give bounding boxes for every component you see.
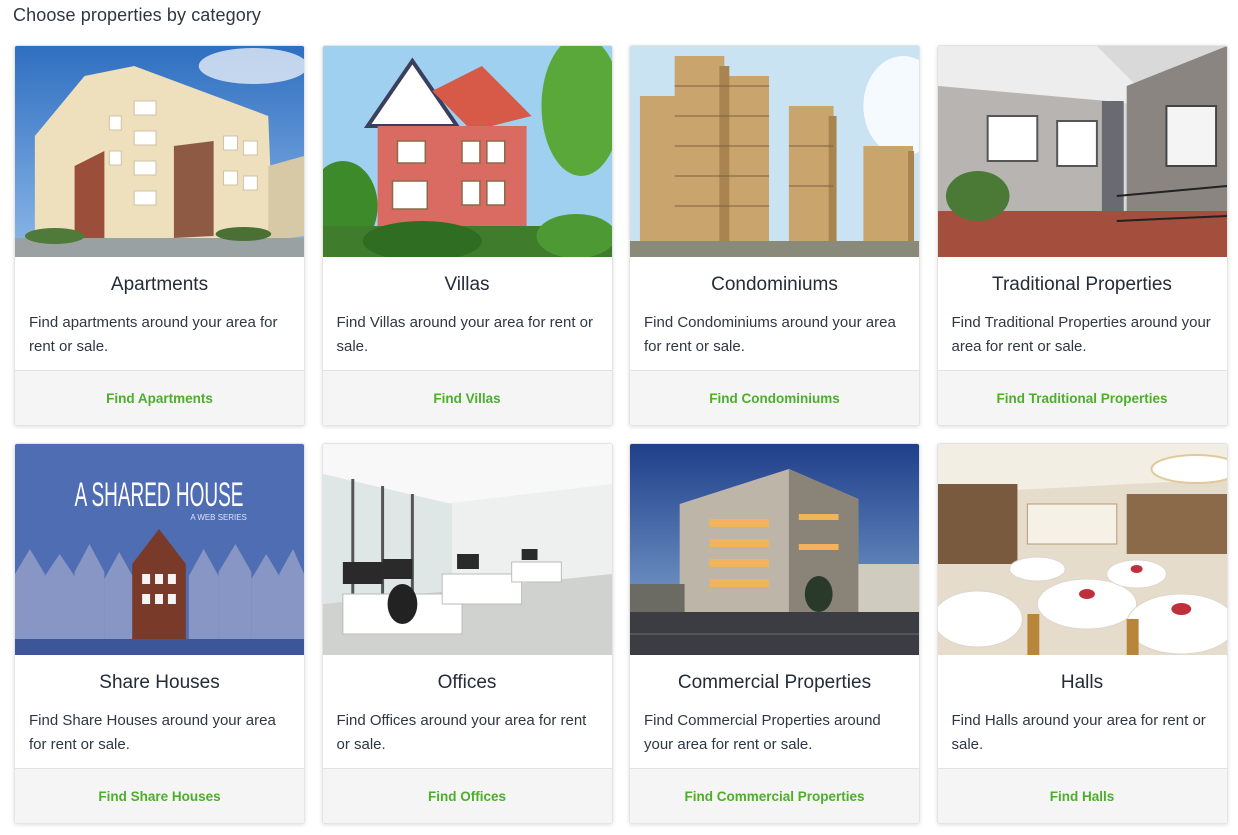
card-footer: Find Halls	[937, 768, 1227, 823]
card-title: Halls	[1060, 672, 1104, 693]
find-condominiums-link[interactable]: Find Condominiums	[709, 391, 840, 406]
card-footer: Find Villas	[322, 370, 612, 425]
card-footer: Find Share Houses	[15, 768, 304, 823]
card-title: Commercial Properties	[677, 672, 872, 693]
apartment-building-image[interactable]	[15, 46, 304, 257]
card-footer: Find Condominiums	[630, 370, 919, 425]
find-share-houses-link[interactable]: Find Share Houses	[98, 789, 220, 804]
condominium-towers-image[interactable]	[630, 46, 919, 257]
card-description: Find Commercial Properties around your a…	[644, 712, 881, 753]
card-description: Find Villas around your area for rent or…	[336, 314, 594, 355]
card-description: Find apartments around your area for ren…	[29, 314, 278, 355]
card-title: Share Houses	[99, 672, 220, 693]
card-description: Find Condominiums around your area for r…	[644, 314, 896, 355]
office-interior-image[interactable]	[322, 444, 612, 655]
poster-title-text: A SHARED HOUSE	[75, 476, 244, 514]
find-offices-link[interactable]: Find Offices	[428, 789, 506, 804]
find-traditional-properties-link[interactable]: Find Traditional Properties	[996, 391, 1167, 406]
find-halls-link[interactable]: Find Halls	[1050, 789, 1115, 804]
find-commercial-properties-link[interactable]: Find Commercial Properties	[684, 789, 864, 804]
find-apartments-link[interactable]: Find Apartments	[106, 391, 213, 406]
card-title: Apartments	[110, 274, 209, 295]
category-card-apartments: Apartments Find apartments around your a…	[14, 45, 305, 426]
banquet-hall-image[interactable]	[937, 444, 1227, 655]
category-card-share-houses: A SHARED HOUSE A WEB SERIES Share Houses…	[14, 443, 305, 824]
page-heading: Choose properties by category	[13, 5, 262, 25]
category-card-villas: Villas Find Villas around your area for …	[321, 45, 613, 426]
villa-house-image[interactable]	[322, 46, 612, 257]
card-footer: Find Traditional Properties	[937, 370, 1227, 425]
card-title: Traditional Properties	[992, 274, 1172, 295]
category-card-offices: Offices Find Offices around your area fo…	[321, 443, 613, 824]
card-footer: Find Commercial Properties	[630, 768, 919, 823]
poster-subtitle-text: A WEB SERIES	[190, 513, 246, 522]
card-description: Find Halls around your area for rent or …	[951, 712, 1206, 753]
card-footer: Find Offices	[322, 768, 612, 823]
category-grid: Apartments Find apartments around your a…	[14, 45, 1228, 824]
category-card-condominiums: Condominiums Find Condominiums around yo…	[629, 45, 920, 426]
category-card-halls: Halls Find Halls around your area for re…	[936, 443, 1228, 824]
card-footer: Find Apartments	[15, 370, 304, 425]
find-villas-link[interactable]: Find Villas	[433, 391, 500, 406]
category-card-commercial-properties: Commercial Properties Find Commercial Pr…	[629, 443, 920, 824]
traditional-house-image[interactable]	[937, 46, 1227, 257]
card-description: Find Offices around your area for rent o…	[336, 712, 587, 753]
card-title: Villas	[444, 274, 490, 295]
category-card-traditional-properties: Traditional Properties Find Traditional …	[936, 45, 1228, 426]
card-description: Find Share Houses around your area for r…	[29, 712, 276, 753]
card-title: Condominiums	[711, 274, 838, 295]
card-title: Offices	[437, 672, 497, 693]
shared-house-poster-image[interactable]: A SHARED HOUSE A WEB SERIES	[15, 444, 304, 655]
card-description: Find Traditional Properties around your …	[951, 314, 1211, 355]
commercial-building-image[interactable]	[630, 444, 919, 655]
